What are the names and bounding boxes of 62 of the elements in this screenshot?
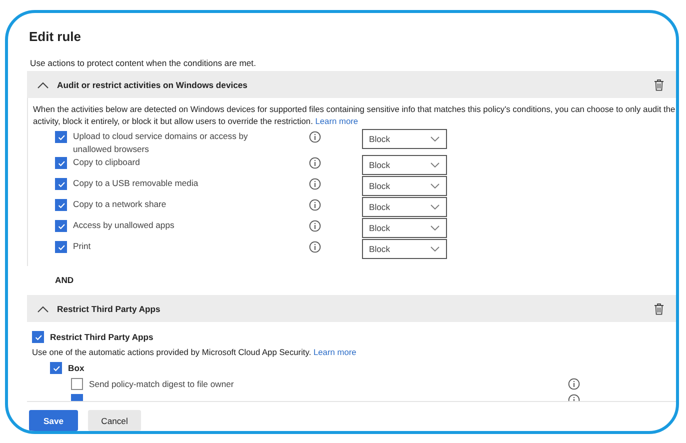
cancel-button[interactable]: Cancel bbox=[88, 410, 141, 431]
activity-label: Copy to clipboard bbox=[73, 156, 141, 168]
learn-more-link[interactable]: Learn more bbox=[313, 347, 356, 357]
caret-icon bbox=[430, 204, 440, 210]
action-label: Send policy-match digest to file owner bbox=[89, 379, 234, 389]
caret-icon bbox=[430, 225, 440, 231]
app-label: Box bbox=[68, 363, 84, 373]
info-icon[interactable] bbox=[309, 178, 321, 190]
action-dropdown[interactable]: Block bbox=[362, 155, 447, 175]
section-description: When the activities below are detected on Windows devices for supported files containing sensitive info that matches this policy's conditions, you can choose to only audit the activity, block it entirely, or block it but allow users to override the restriction. Learn more bbox=[33, 103, 676, 127]
chevron-icon[interactable] bbox=[37, 304, 49, 312]
info-icon[interactable] bbox=[309, 220, 321, 232]
and-label: AND bbox=[55, 275, 75, 285]
activity-label: Access by unallowed apps bbox=[73, 219, 176, 232]
save-button[interactable]: Save bbox=[29, 410, 78, 431]
checkbox[interactable] bbox=[55, 241, 67, 253]
checkbox[interactable] bbox=[55, 199, 67, 211]
activity-label: Print bbox=[73, 240, 92, 252]
checkmark-icon bbox=[34, 332, 42, 342]
delete-icon[interactable] bbox=[654, 78, 664, 90]
action-dropdown[interactable]: Block bbox=[362, 129, 447, 149]
caret-icon bbox=[430, 136, 440, 142]
info-icon[interactable] bbox=[568, 378, 580, 390]
checkmark-icon bbox=[56, 222, 66, 230]
section-description: Use one of the automatic actions provided by Microsoft Cloud App Security. Learn more bbox=[32, 346, 358, 359]
checkbox[interactable] bbox=[55, 131, 67, 143]
checkmark-icon bbox=[52, 364, 60, 372]
section-title: Audit or restrict activities on Windows devices bbox=[57, 80, 248, 90]
info-icon[interactable] bbox=[309, 157, 321, 169]
checkbox[interactable] bbox=[55, 220, 67, 232]
checkmark-icon bbox=[56, 180, 66, 188]
dialog-title: Edit rule bbox=[29, 29, 82, 44]
caret-icon bbox=[430, 183, 440, 189]
caret-icon bbox=[430, 246, 440, 252]
action-dropdown[interactable]: Block bbox=[362, 197, 447, 217]
info-icon[interactable] bbox=[309, 199, 321, 211]
intro-text: Use actions to protect content when the conditions are met. bbox=[30, 58, 257, 68]
action-dropdown[interactable]: Block bbox=[362, 239, 447, 259]
chevron-icon[interactable] bbox=[37, 80, 49, 88]
info-icon[interactable] bbox=[309, 241, 321, 253]
info-icon[interactable] bbox=[309, 131, 321, 143]
action-dropdown[interactable]: Block bbox=[362, 218, 447, 238]
activity-label: Copy to a USB removable media bbox=[73, 177, 200, 190]
section-title: Restrict Third Party Apps bbox=[57, 304, 162, 314]
activity-label: Upload to cloud service domains or access by unallowed browsers bbox=[73, 130, 249, 155]
checkbox[interactable] bbox=[71, 378, 83, 390]
checkbox[interactable] bbox=[55, 157, 67, 169]
checkbox[interactable] bbox=[50, 362, 62, 374]
checkbox[interactable] bbox=[55, 178, 67, 190]
action-dropdown[interactable]: Block bbox=[362, 176, 447, 196]
section-header[interactable]: Audit or restrict activities on Windows devices bbox=[27, 71, 676, 98]
activity-label: Copy to a network share bbox=[73, 198, 168, 210]
checkbox[interactable] bbox=[32, 331, 44, 343]
learn-more-link[interactable]: Learn more bbox=[315, 116, 358, 126]
checkmark-icon bbox=[56, 132, 66, 142]
section-header[interactable]: Restrict Third Party Apps bbox=[27, 295, 676, 322]
checkmark-icon bbox=[56, 200, 66, 210]
delete-icon[interactable] bbox=[654, 302, 664, 314]
caret-icon bbox=[430, 162, 440, 168]
option-label: Restrict Third Party Apps bbox=[50, 332, 154, 342]
checkmark-icon bbox=[56, 242, 66, 252]
checkmark-icon bbox=[56, 158, 66, 168]
